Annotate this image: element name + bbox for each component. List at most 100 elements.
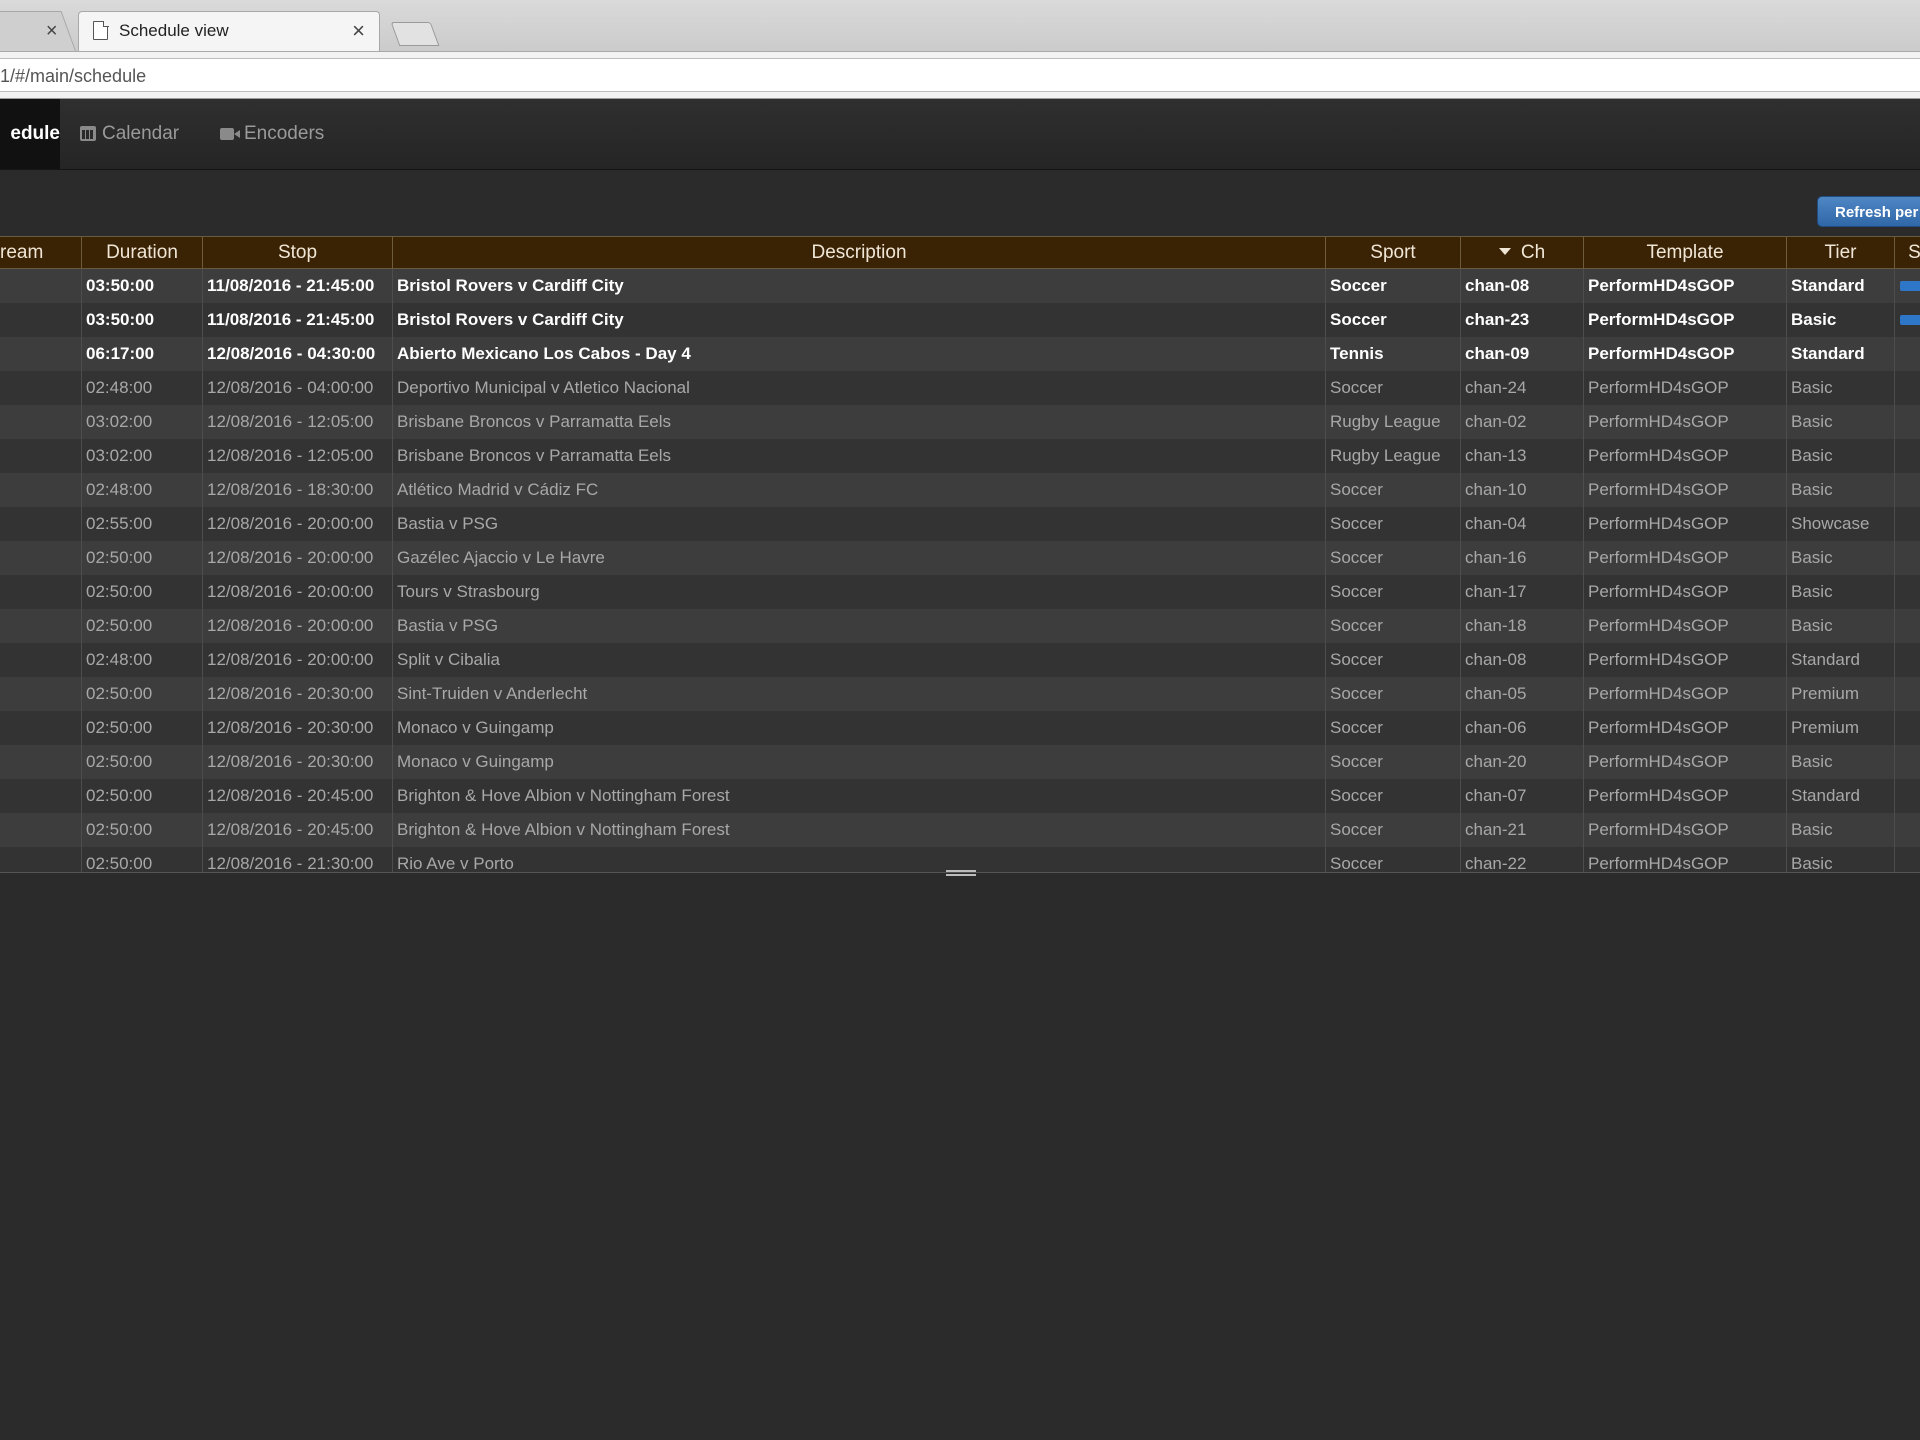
- cell-stream: [0, 745, 82, 779]
- column-header-stop[interactable]: Stop: [203, 237, 393, 268]
- cell-ch: chan-16: [1461, 541, 1584, 575]
- table-row[interactable]: 02:55:00 12/08/2016 - 20:00:00 Bastia v PS…: [0, 507, 1920, 541]
- column-header-description[interactable]: Description: [393, 237, 1326, 268]
- table-row[interactable]: 02:50:00 12/08/2016 - 20:30:00 Monaco v Gu…: [0, 745, 1920, 779]
- cell-template: PerformHD4sGOP: [1584, 847, 1787, 872]
- table-row[interactable]: 02:48:00 12/08/2016 - 20:00:00 Split v Cib…: [0, 643, 1920, 677]
- cell-sport: Soccer: [1326, 847, 1461, 872]
- column-header-s[interactable]: S: [1895, 237, 1920, 268]
- cell-description: Brisbane Broncos v Parramatta Eels: [393, 405, 1326, 439]
- cell-stop: 12/08/2016 - 12:05:00: [203, 439, 393, 473]
- cell-template: PerformHD4sGOP: [1584, 337, 1787, 371]
- cell-tier: Basic: [1787, 609, 1895, 643]
- close-tab-icon[interactable]: ×: [46, 20, 58, 43]
- cell-s: [1895, 507, 1920, 541]
- cell-s: [1895, 677, 1920, 711]
- cell-stream: [0, 541, 82, 575]
- cell-stop: 12/08/2016 - 20:45:00: [203, 813, 393, 847]
- table-row[interactable]: 02:50:00 12/08/2016 - 20:45:00 Brighton & …: [0, 813, 1920, 847]
- table-row[interactable]: 02:48:00 12/08/2016 - 04:00:00 Deportivo M…: [0, 371, 1920, 405]
- cell-duration: 02:50:00: [82, 847, 203, 872]
- nav-item-schedule[interactable]: edule: [0, 99, 60, 169]
- nav-item-encoders[interactable]: Encoders: [220, 99, 324, 169]
- cell-stop: 12/08/2016 - 20:00:00: [203, 575, 393, 609]
- video-camera-icon: [220, 128, 240, 140]
- new-tab-button[interactable]: [390, 22, 440, 46]
- cell-description: Brighton & Hove Albion v Nottingham Fore…: [393, 779, 1326, 813]
- cell-s: [1895, 371, 1920, 405]
- table-row[interactable]: 02:50:00 12/08/2016 - 20:30:00 Sint-Truide…: [0, 677, 1920, 711]
- cell-stream: [0, 575, 82, 609]
- table-row[interactable]: 06:17:00 12/08/2016 - 04:30:00 Abierto Mex…: [0, 337, 1920, 371]
- cell-duration: 02:48:00: [82, 473, 203, 507]
- table-row[interactable]: 03:50:00 11/08/2016 - 21:45:00 Bristol Rov…: [0, 303, 1920, 337]
- cell-duration: 02:48:00: [82, 371, 203, 405]
- cell-ch: chan-08: [1461, 643, 1584, 677]
- table-row[interactable]: 02:50:00 12/08/2016 - 20:00:00 Tours v Str…: [0, 575, 1920, 609]
- cell-duration: 02:50:00: [82, 575, 203, 609]
- refresh-button[interactable]: Refresh per: [1817, 196, 1920, 227]
- cell-ch: chan-10: [1461, 473, 1584, 507]
- column-header-duration[interactable]: Duration: [82, 237, 203, 268]
- browser-tab-active[interactable]: Schedule view ×: [78, 11, 380, 51]
- cell-tier: Basic: [1787, 745, 1895, 779]
- sort-descending-icon: [1498, 248, 1511, 255]
- table-row[interactable]: 02:50:00 12/08/2016 - 20:45:00 Brighton & …: [0, 779, 1920, 813]
- cell-duration: 02:50:00: [82, 745, 203, 779]
- table-row[interactable]: 02:50:00 12/08/2016 - 20:00:00 Gazélec Aja…: [0, 541, 1920, 575]
- table-row[interactable]: 03:02:00 12/08/2016 - 12:05:00 Brisbane Br…: [0, 405, 1920, 439]
- cell-ch: chan-23: [1461, 303, 1584, 337]
- nav-item-calendar[interactable]: Calendar: [80, 99, 179, 169]
- table-row[interactable]: 02:50:00 12/08/2016 - 20:30:00 Monaco v Gu…: [0, 711, 1920, 745]
- url-input[interactable]: 1/#/main/schedule: [0, 58, 1920, 92]
- table-row[interactable]: 03:50:00 11/08/2016 - 21:45:00 Bristol Rov…: [0, 269, 1920, 303]
- cell-ch: chan-13: [1461, 439, 1584, 473]
- cell-stop: 12/08/2016 - 20:00:00: [203, 609, 393, 643]
- table-row[interactable]: 02:48:00 12/08/2016 - 18:30:00 Atlético Ma…: [0, 473, 1920, 507]
- cell-template: PerformHD4sGOP: [1584, 575, 1787, 609]
- cell-stream: [0, 779, 82, 813]
- cell-stream: [0, 813, 82, 847]
- cell-template: PerformHD4sGOP: [1584, 507, 1787, 541]
- cell-stop: 12/08/2016 - 04:30:00: [203, 337, 393, 371]
- cell-stop: 12/08/2016 - 20:00:00: [203, 507, 393, 541]
- table-row[interactable]: 03:02:00 12/08/2016 - 12:05:00 Brisbane Br…: [0, 439, 1920, 473]
- cell-s: [1895, 337, 1920, 371]
- cell-tier: Premium: [1787, 711, 1895, 745]
- column-header-sport[interactable]: Sport: [1326, 237, 1461, 268]
- cell-ch: chan-04: [1461, 507, 1584, 541]
- column-header-template[interactable]: Template: [1584, 237, 1787, 268]
- cell-description: Bastia v PSG: [393, 507, 1326, 541]
- cell-duration: 03:02:00: [82, 405, 203, 439]
- cell-sport: Rugby League: [1326, 405, 1461, 439]
- cell-tier: Standard: [1787, 337, 1895, 371]
- cell-tier: Standard: [1787, 269, 1895, 303]
- column-header-tier[interactable]: Tier: [1787, 237, 1895, 268]
- cell-s: [1895, 439, 1920, 473]
- nav-item-label: Calendar: [102, 123, 180, 144]
- cell-tier: Basic: [1787, 847, 1895, 872]
- cell-stream: [0, 439, 82, 473]
- cell-ch: chan-24: [1461, 371, 1584, 405]
- cell-sport: Tennis: [1326, 337, 1461, 371]
- cell-description: Brisbane Broncos v Parramatta Eels: [393, 439, 1326, 473]
- cell-sport: Soccer: [1326, 643, 1461, 677]
- cell-description: Brighton & Hove Albion v Nottingham Fore…: [393, 813, 1326, 847]
- table-row[interactable]: 02:50:00 12/08/2016 - 20:00:00 Bastia v PS…: [0, 609, 1920, 643]
- cell-ch: chan-02: [1461, 405, 1584, 439]
- close-tab-icon[interactable]: ×: [352, 18, 365, 44]
- nav-item-label: edule: [10, 123, 60, 144]
- cell-template: PerformHD4sGOP: [1584, 371, 1787, 405]
- cell-description: Rio Ave v Porto: [393, 847, 1326, 872]
- cell-stream: [0, 337, 82, 371]
- cell-s: [1895, 575, 1920, 609]
- column-header-stream[interactable]: ream: [0, 237, 82, 268]
- cell-template: PerformHD4sGOP: [1584, 677, 1787, 711]
- cell-stop: 12/08/2016 - 20:30:00: [203, 677, 393, 711]
- address-bar: 1/#/main/schedule: [0, 52, 1920, 99]
- resize-grip-icon[interactable]: [946, 870, 976, 876]
- cell-duration: 03:50:00: [82, 269, 203, 303]
- browser-tab-strip: × Schedule view ×: [0, 0, 1920, 52]
- browser-tab-previous[interactable]: ×: [0, 11, 76, 51]
- column-header-ch[interactable]: Ch: [1461, 237, 1584, 268]
